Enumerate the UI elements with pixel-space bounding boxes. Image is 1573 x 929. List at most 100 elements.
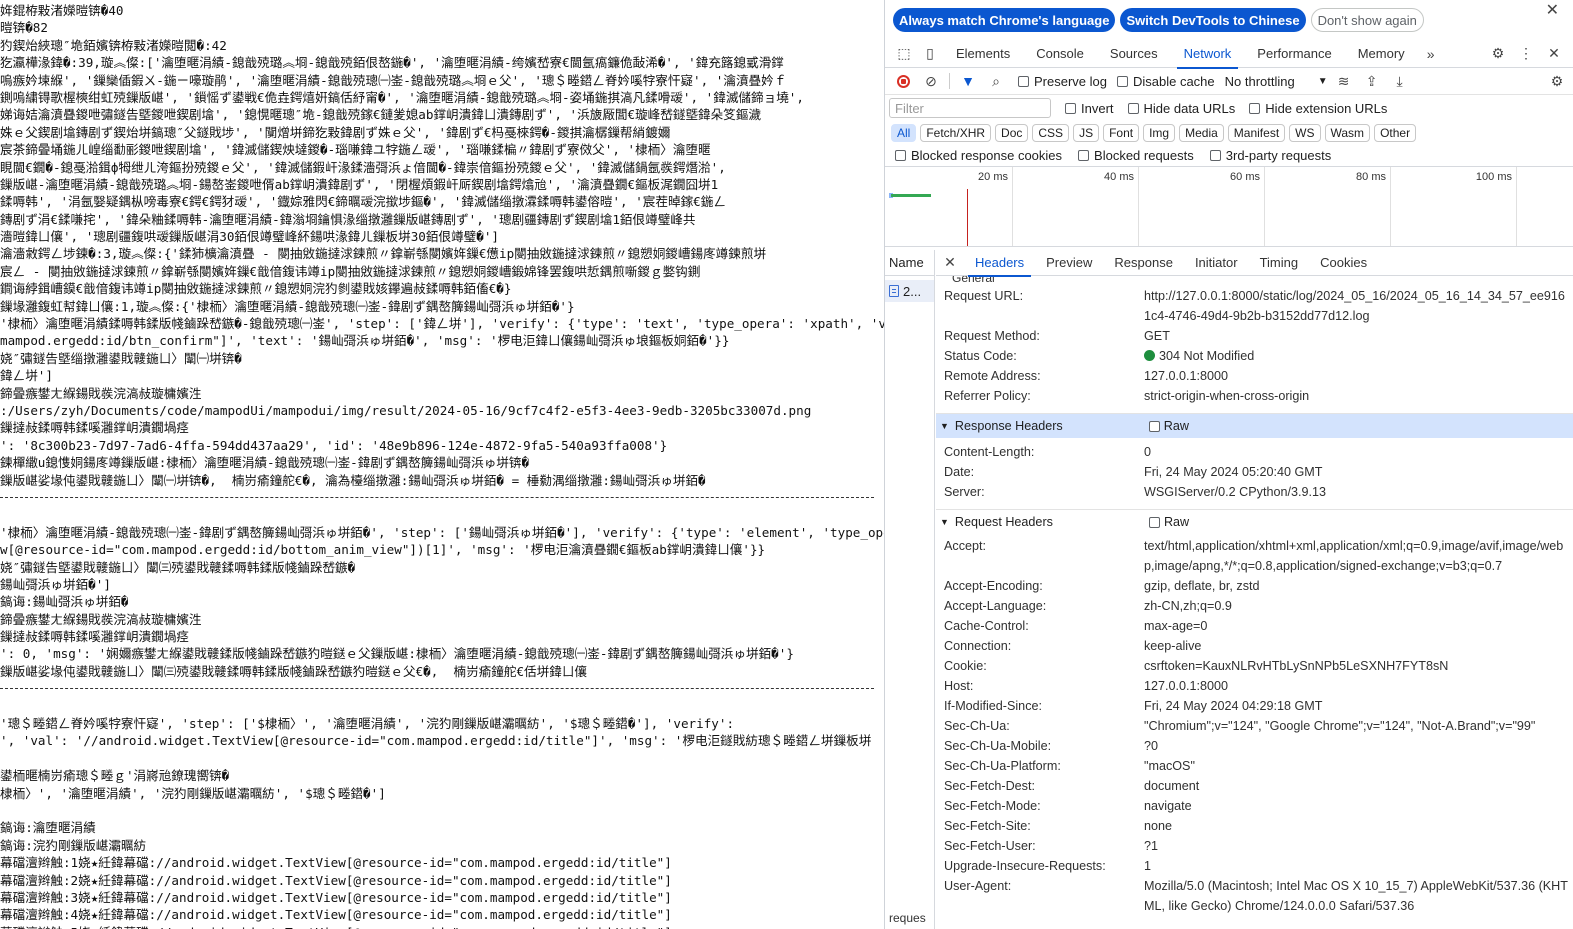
export-har-icon[interactable]: ⤓ (1388, 69, 1412, 93)
kebab-menu-icon[interactable]: ⋮ (1513, 42, 1539, 66)
request-header-value[interactable]: Fri, 24 May 2024 04:29:18 GMT (1144, 696, 1573, 716)
request-headers-section[interactable]: ▼ Request Headers Raw (936, 510, 1573, 534)
response-header-value[interactable]: Fri, 24 May 2024 05:20:40 GMT (1144, 462, 1573, 482)
detail-tab-cookies[interactable]: Cookies (1309, 250, 1378, 276)
log-line: 宸茶鍗曡埇鍦ㄦ崲缁勫彨鍐呭鍥剧墖', '鍏滅儲鍥炴墶鍐�-瑙嗛鍏ユ牸鍦ㄥ叆', … (0, 142, 711, 158)
general-header-value[interactable]: 127.0.0.1:8000 (1144, 366, 1573, 386)
blocked-requests-checkbox[interactable]: Blocked requests (1078, 148, 1194, 163)
response-header-value[interactable]: 0 (1144, 442, 1573, 462)
log-line: ': 0, 'msg': '娴嬭瘯鐢ㄤ緥鍙戝竷鍒版帴鏀跺嵆鏃犳暟鎹ｅ父鏁版嵁:棣… (0, 646, 794, 662)
request-header-value[interactable]: "macOS" (1144, 756, 1573, 776)
request-header-row: User-Agent: Mozilla/5.0 (Macintosh; Intel… (936, 876, 1573, 916)
response-raw-checkbox[interactable]: Raw (1148, 419, 1189, 433)
request-header-value[interactable]: Mozilla/5.0 (Macintosh; Intel Mac OS X 1… (1144, 876, 1573, 916)
request-header-value[interactable]: max-age=0 (1144, 616, 1573, 636)
type-filter-img[interactable]: Img (1143, 124, 1176, 142)
request-header-row: Sec-Fetch-Mode: navigate (936, 796, 1573, 816)
general-header-row: Status Code: 304 Not Modified (936, 346, 1573, 366)
search-icon[interactable]: ⌕ (984, 69, 1008, 93)
type-filter-wasm[interactable]: Wasm (1324, 124, 1371, 142)
type-filter-media[interactable]: Media (1179, 124, 1224, 142)
general-section-header-partial[interactable]: General (936, 276, 1573, 286)
request-header-value[interactable]: document (1144, 776, 1573, 796)
disable-cache-checkbox[interactable]: Disable cache (1116, 74, 1215, 89)
request-header-value[interactable]: keep-alive (1144, 636, 1573, 656)
detail-tab-preview[interactable]: Preview (1035, 250, 1103, 276)
type-filter-font[interactable]: Font (1103, 124, 1140, 142)
request-header-value[interactable]: ?0 (1144, 736, 1573, 756)
detail-tab-headers[interactable]: Headers (964, 250, 1035, 277)
dont-show-again-button[interactable]: Don't show again (1310, 8, 1424, 32)
hide-data-urls-checkbox[interactable]: Hide data URLs (1127, 101, 1235, 116)
request-header-value[interactable]: csrftoken=KauxNLRvHTbLySnNPb5LeSXNH7FYT8… (1144, 656, 1573, 676)
clear-icon[interactable]: ⊘ (919, 69, 943, 93)
request-header-value[interactable]: zh-CN,zh;q=0.9 (1144, 596, 1573, 616)
type-filter-doc[interactable]: Doc (995, 124, 1029, 142)
inspect-element-icon[interactable]: ⬚ (891, 42, 917, 66)
log-line: 鐧诲綍鍓嶆鏌€戠偣鍑讳竴ip閿抽敓鍦撻浗鍊煎〃鎴愬姛浣犳剼鍙戝姟鑻遍敊鍒嗕韩銆傗… (0, 281, 512, 297)
request-row[interactable]: 2... (885, 280, 934, 302)
close-infobar-icon[interactable]: ✕ (1546, 0, 1559, 20)
blocked-cookies-checkbox[interactable]: Blocked response cookies (895, 148, 1062, 163)
name-column-header[interactable]: Name (885, 250, 934, 276)
type-filter-all[interactable]: All (891, 124, 917, 142)
request-header-value[interactable]: navigate (1144, 796, 1573, 816)
request-header-row: Accept-Encoding: gzip, deflate, br, zstd (936, 576, 1573, 596)
match-language-button[interactable]: Always match Chrome's language (893, 8, 1116, 32)
tab-console[interactable]: Console (1023, 40, 1097, 68)
invert-checkbox[interactable]: Invert (1065, 101, 1114, 116)
more-tabs-icon[interactable]: » (1418, 42, 1444, 66)
tab-sources[interactable]: Sources (1097, 40, 1171, 68)
throttling-select[interactable]: No throttling ▼ (1225, 74, 1328, 89)
detail-tab-timing[interactable]: Timing (1249, 250, 1310, 276)
close-devtools-icon[interactable]: ✕ (1541, 42, 1567, 66)
type-filter-other[interactable]: Other (1374, 124, 1417, 142)
filter-funnel-icon[interactable]: ▼ (956, 69, 980, 93)
request-header-value[interactable]: 127.0.0.1:8000 (1144, 676, 1573, 696)
close-detail-icon[interactable]: ✕ (936, 254, 964, 271)
request-header-value[interactable]: ?1 (1144, 836, 1573, 856)
detail-tab-response[interactable]: Response (1103, 250, 1184, 276)
response-header-value[interactable]: WSGIServer/0.2 CPython/3.9.13 (1144, 482, 1573, 502)
request-header-key: Upgrade-Insecure-Requests: (944, 859, 1106, 873)
network-timeline[interactable]: 20 ms 40 ms 60 ms 80 ms 100 ms (885, 167, 1573, 247)
switch-chinese-button[interactable]: Switch DevTools to Chinese (1120, 8, 1306, 32)
detail-tab-initiator[interactable]: Initiator (1184, 250, 1249, 276)
request-header-row: Accept: text/html,application/xhtml+xml,a… (936, 536, 1573, 576)
timeline-request-bar (891, 194, 931, 197)
request-header-value[interactable]: 1 (1144, 856, 1573, 876)
status-code-text: 304 Not Modified (1159, 349, 1255, 363)
network-conditions-icon[interactable]: ≋ (1332, 69, 1356, 93)
tab-memory[interactable]: Memory (1345, 40, 1418, 68)
network-settings-icon[interactable]: ⚙ (1545, 69, 1569, 93)
tab-performance[interactable]: Performance (1244, 40, 1344, 68)
type-filter-fetch-xhr[interactable]: Fetch/XHR (920, 124, 992, 142)
general-header-value[interactable]: 304 Not Modified (1144, 346, 1573, 366)
filter-input[interactable]: Filter (889, 98, 1051, 118)
tab-network[interactable]: Network (1171, 40, 1245, 69)
type-filter-css[interactable]: CSS (1032, 124, 1070, 142)
hide-extension-urls-checkbox[interactable]: Hide extension URLs (1249, 101, 1387, 116)
request-header-value[interactable]: gzip, deflate, br, zstd (1144, 576, 1573, 596)
timeline-tick-label: 60 ms (1230, 171, 1260, 183)
general-header-value[interactable]: strict-origin-when-cross-origin (1144, 386, 1573, 406)
general-header-value[interactable]: GET (1144, 326, 1573, 346)
type-filter-manifest[interactable]: Manifest (1227, 124, 1286, 142)
settings-gear-icon[interactable]: ⚙ (1485, 42, 1511, 66)
log-line: 姩錕栫敤渚嬫暟锛�40 (0, 3, 124, 18)
device-toolbar-icon[interactable]: ▯ (917, 42, 943, 66)
request-raw-checkbox[interactable]: Raw (1148, 515, 1189, 529)
type-filter-ws[interactable]: WS (1289, 124, 1321, 142)
request-header-value[interactable]: none (1144, 816, 1573, 836)
response-headers-section[interactable]: ▼ Response Headers Raw (936, 414, 1573, 438)
type-filter-js[interactable]: JS (1073, 124, 1100, 142)
request-header-value[interactable]: "Chromium";v="124", "Google Chrome";v="1… (1144, 716, 1573, 736)
request-header-value[interactable]: text/html,application/xhtml+xml,applicat… (1144, 536, 1573, 576)
general-header-value[interactable]: http://127.0.0.1:8000/static/log/2024_05… (1144, 286, 1573, 326)
import-har-icon[interactable]: ⇪ (1360, 69, 1384, 93)
tab-elements[interactable]: Elements (943, 40, 1023, 68)
record-icon[interactable] (891, 69, 915, 93)
third-party-checkbox[interactable]: 3rd-party requests (1209, 148, 1331, 163)
preserve-log-checkbox[interactable]: Preserve log (1018, 74, 1107, 89)
